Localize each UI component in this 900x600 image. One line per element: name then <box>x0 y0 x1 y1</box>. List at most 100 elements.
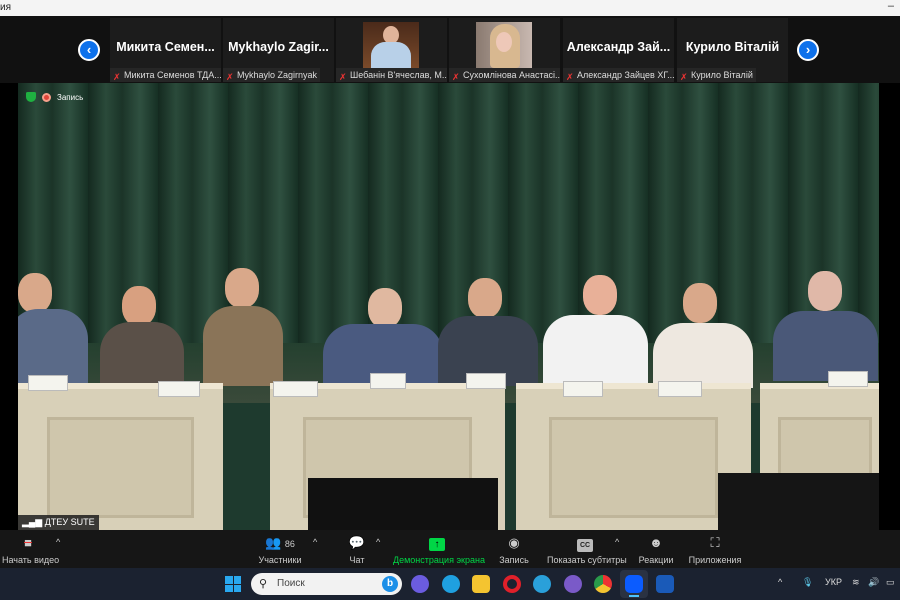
participant-photo <box>476 22 532 68</box>
participants-icon: 👥 <box>265 535 282 550</box>
participant-name: Шебанін В'ячеслав, М... <box>350 70 447 80</box>
minimize-button[interactable]: – <box>888 0 894 12</box>
name-plate <box>273 381 318 397</box>
participant-name: Александр Зайцев ХГ... <box>577 70 674 80</box>
participant-name: Курило Віталій <box>691 70 753 80</box>
participant-tile[interactable]: Mykhaylo Zagir... ✗ Mykhaylo Zagirnyak <box>223 18 334 82</box>
participant-display-name: Александр Зай... <box>566 40 671 54</box>
participant-display-name: Mykhaylo Zagir... <box>228 40 329 54</box>
chat-label: Чат <box>349 555 365 565</box>
chat-bubble-icon: 💬 <box>348 535 366 550</box>
participant-display-name: Курило Віталій <box>685 40 780 54</box>
speaker-name: ДТЕУ SUTE <box>44 517 95 527</box>
name-plate <box>466 373 506 389</box>
name-plate <box>370 373 406 389</box>
captions-options-caret[interactable]: ^ <box>615 537 619 547</box>
stage-table <box>18 383 223 530</box>
participant-tile[interactable]: Курило Віталій ✗ Курило Віталій <box>677 18 788 82</box>
participant-tile[interactable]: ✗ Шебанін В'ячеслав, М... <box>336 18 447 82</box>
stage-table <box>516 383 751 530</box>
participant-name: Сухомлінова Анастасі... <box>463 70 560 80</box>
window-title-bar: ия – <box>0 0 900 16</box>
record-icon: ◉ <box>508 535 520 550</box>
windows-start-icon[interactable] <box>225 576 241 592</box>
taskbar-search-box[interactable]: ⚲ Поиск b <box>251 573 402 595</box>
participants-button[interactable]: 👥 86 Участники <box>258 534 302 565</box>
mic-muted-icon: ✗ <box>113 72 121 82</box>
word-icon[interactable] <box>656 575 674 593</box>
participants-strip: ‹ Микита Семен... ✗ Микита Семенов ТДА...… <box>0 16 900 83</box>
apps-icon: ⛶ <box>710 535 720 550</box>
apps-button[interactable]: ⛶ Приложения <box>688 534 742 565</box>
mic-muted-icon: ✗ <box>452 72 460 82</box>
edge-icon[interactable] <box>442 575 460 593</box>
share-screen-icon: ↑ <box>429 538 445 551</box>
share-screen-label: Демонстрация экрана <box>393 555 485 565</box>
apps-label: Приложения <box>688 555 742 565</box>
bing-icon: b <box>382 576 398 592</box>
start-video-button[interactable]: ■ Начать видео <box>2 534 60 565</box>
share-screen-button[interactable]: ↑ Демонстрация экрана <box>393 534 485 565</box>
chrome-icon[interactable] <box>594 575 612 593</box>
wifi-icon[interactable]: ≋ <box>852 577 860 588</box>
participant-display-name: Микита Семен... <box>116 40 215 54</box>
name-plate <box>563 381 603 397</box>
recording-label: Запись <box>57 92 84 102</box>
name-plate <box>658 381 702 397</box>
file-explorer-icon[interactable] <box>472 575 490 593</box>
reactions-label: Реакции <box>638 555 674 565</box>
smiley-plus-icon: ☻ <box>649 535 663 550</box>
search-icon: ⚲ <box>259 578 268 590</box>
chat-options-caret[interactable]: ^ <box>376 537 380 547</box>
participant-photo <box>363 22 419 68</box>
participant-name: Микита Семенов ТДА... <box>124 70 221 80</box>
participants-count: 86 <box>284 539 295 549</box>
encryption-shield-icon <box>26 92 36 102</box>
participant-tile[interactable]: ✗ Сухомлінова Анастасі... <box>449 18 560 82</box>
teams-chat-icon[interactable] <box>411 575 429 593</box>
language-indicator[interactable]: УКР <box>825 577 842 587</box>
video-options-caret[interactable]: ^ <box>56 537 60 547</box>
zoom-icon <box>625 575 643 593</box>
battery-icon[interactable]: ▭ <box>886 577 895 588</box>
mic-muted-icon: ✗ <box>226 72 234 82</box>
name-plate <box>158 381 200 397</box>
participant-tile[interactable]: Микита Семен... ✗ Микита Семенов ТДА... <box>110 18 221 82</box>
microphone-icon[interactable]: 🎙 <box>802 577 813 588</box>
name-plate <box>828 371 868 387</box>
next-page-button[interactable]: › <box>797 39 819 61</box>
participants-label: Участники <box>258 555 302 565</box>
opera-icon[interactable] <box>503 575 521 593</box>
signal-icon: ▂▄▆ <box>22 517 43 527</box>
captions-button[interactable]: CC Показать субтитры <box>547 534 627 565</box>
show-hidden-icons[interactable]: ^ <box>778 577 782 587</box>
search-placeholder: Поиск <box>277 578 305 589</box>
volume-icon[interactable]: 🔊 <box>868 577 879 588</box>
mic-muted-icon: ✗ <box>566 72 574 82</box>
speaker-name-label: ▂▄▆ ДТЕУ SUTE <box>18 515 99 530</box>
video-off-icon: ■ <box>24 535 32 550</box>
recording-indicator[interactable]: Запись <box>26 92 83 102</box>
main-video: Запись ▂▄▆ ДТЕУ SUTE <box>18 83 879 530</box>
name-plate <box>28 375 68 391</box>
zoom-taskbar-active[interactable] <box>620 570 648 598</box>
record-dot-icon <box>42 92 51 102</box>
record-button[interactable]: ◉ Запись <box>498 534 530 565</box>
captions-label: Показать субтитры <box>547 555 627 565</box>
meeting-toolbar: ■ Начать видео ^ 👥 86 Участники ^ 💬 Чат ^ ↑… <box>0 530 900 568</box>
viber-icon[interactable] <box>564 575 582 593</box>
participant-name: Mykhaylo Zagirnyak <box>237 70 318 80</box>
cc-icon: CC <box>576 539 594 552</box>
mic-muted-icon: ✗ <box>680 72 688 82</box>
participant-tile[interactable]: Александр Зай... ✗ Александр Зайцев ХГ... <box>563 18 674 82</box>
monitor <box>718 473 879 530</box>
prev-page-button[interactable]: ‹ <box>78 39 100 61</box>
chat-button[interactable]: 💬 Чат <box>345 534 369 565</box>
participants-options-caret[interactable]: ^ <box>313 537 317 547</box>
record-label: Запись <box>499 555 529 565</box>
reactions-button[interactable]: ☻ Реакции <box>638 534 674 565</box>
telegram-icon[interactable] <box>533 575 551 593</box>
monitor <box>308 478 498 530</box>
start-video-label: Начать видео <box>2 555 60 565</box>
mic-muted-icon: ✗ <box>339 72 347 82</box>
